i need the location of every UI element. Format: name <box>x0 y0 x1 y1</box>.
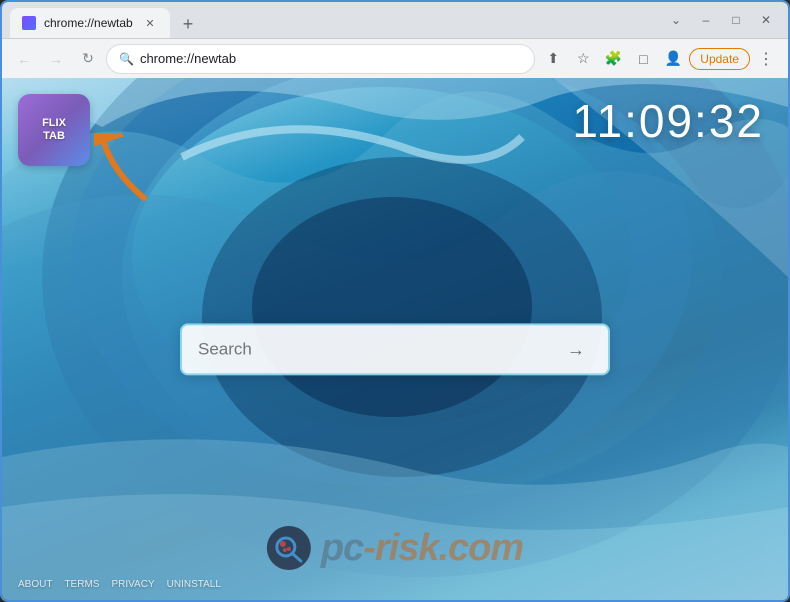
browser-window: chrome://newtab ✕ + ⌄ – □ ✕ ← → ↻ 🔍 ⬆ ☆ … <box>0 0 790 602</box>
update-button[interactable]: Update <box>689 48 750 70</box>
watermark-orange: -risk.com <box>363 527 523 569</box>
watermark-logo <box>267 526 311 570</box>
search-icon: 🔍 <box>119 52 134 66</box>
active-tab[interactable]: chrome://newtab ✕ <box>10 8 170 38</box>
address-bar[interactable]: 🔍 <box>106 44 535 74</box>
uninstall-link[interactable]: UNINSTALL <box>167 579 221 590</box>
browser-content: 11:09:32 FLIX TAB → <box>2 78 788 600</box>
address-bar-row: ← → ↻ 🔍 ⬆ ☆ 🧩 □ 👤 Update ⋮ <box>2 38 788 78</box>
privacy-link[interactable]: PRIVACY <box>111 579 154 590</box>
flix-tab-label-line2: TAB <box>43 130 65 143</box>
extensions-icon[interactable]: 🧩 <box>599 45 627 73</box>
flix-tab-icon[interactable]: FLIX TAB <box>18 94 90 166</box>
bookmark-icon[interactable]: ☆ <box>569 45 597 73</box>
search-container: → <box>180 323 610 375</box>
tab-strip: chrome://newtab ✕ + <box>2 2 662 38</box>
watermark-gray: pc <box>321 527 363 569</box>
footer-links: ABOUT TERMS PRIVACY UNINSTALL <box>18 579 221 590</box>
close-button[interactable]: ✕ <box>752 6 780 34</box>
toolbar-icons: ⬆ ☆ 🧩 □ 👤 Update ⋮ <box>539 45 780 73</box>
window-controls: ⌄ – □ ✕ <box>662 6 788 34</box>
title-bar: chrome://newtab ✕ + ⌄ – □ ✕ <box>2 2 788 38</box>
flix-tab-label-line1: FLIX <box>42 117 66 130</box>
new-tab-button[interactable]: + <box>174 10 202 38</box>
arrow-indicator <box>94 133 144 193</box>
watermark-text: pc-risk.com <box>321 527 523 570</box>
search-submit-button[interactable]: → <box>560 333 592 365</box>
about-link[interactable]: ABOUT <box>18 579 52 590</box>
minimize-button[interactable]: – <box>692 6 720 34</box>
tab-title: chrome://newtab <box>44 16 134 30</box>
menu-button[interactable]: ⋮ <box>752 45 780 73</box>
refresh-button[interactable]: ↻ <box>74 45 102 73</box>
address-input[interactable] <box>140 51 522 66</box>
watermark: pc-risk.com <box>267 526 523 570</box>
search-box: → <box>180 323 610 375</box>
share-icon[interactable]: ⬆ <box>539 45 567 73</box>
profile-icon[interactable]: 👤 <box>659 45 687 73</box>
search-input[interactable] <box>198 339 550 359</box>
tab-favicon <box>22 16 36 30</box>
maximize-button[interactable]: □ <box>722 6 750 34</box>
forward-button[interactable]: → <box>42 45 70 73</box>
clock-display: 11:09:32 <box>572 94 764 148</box>
terms-link[interactable]: TERMS <box>64 579 99 590</box>
chevron-button[interactable]: ⌄ <box>662 6 690 34</box>
tab-close-button[interactable]: ✕ <box>142 15 158 31</box>
back-button[interactable]: ← <box>10 45 38 73</box>
tab-search-icon[interactable]: □ <box>629 45 657 73</box>
